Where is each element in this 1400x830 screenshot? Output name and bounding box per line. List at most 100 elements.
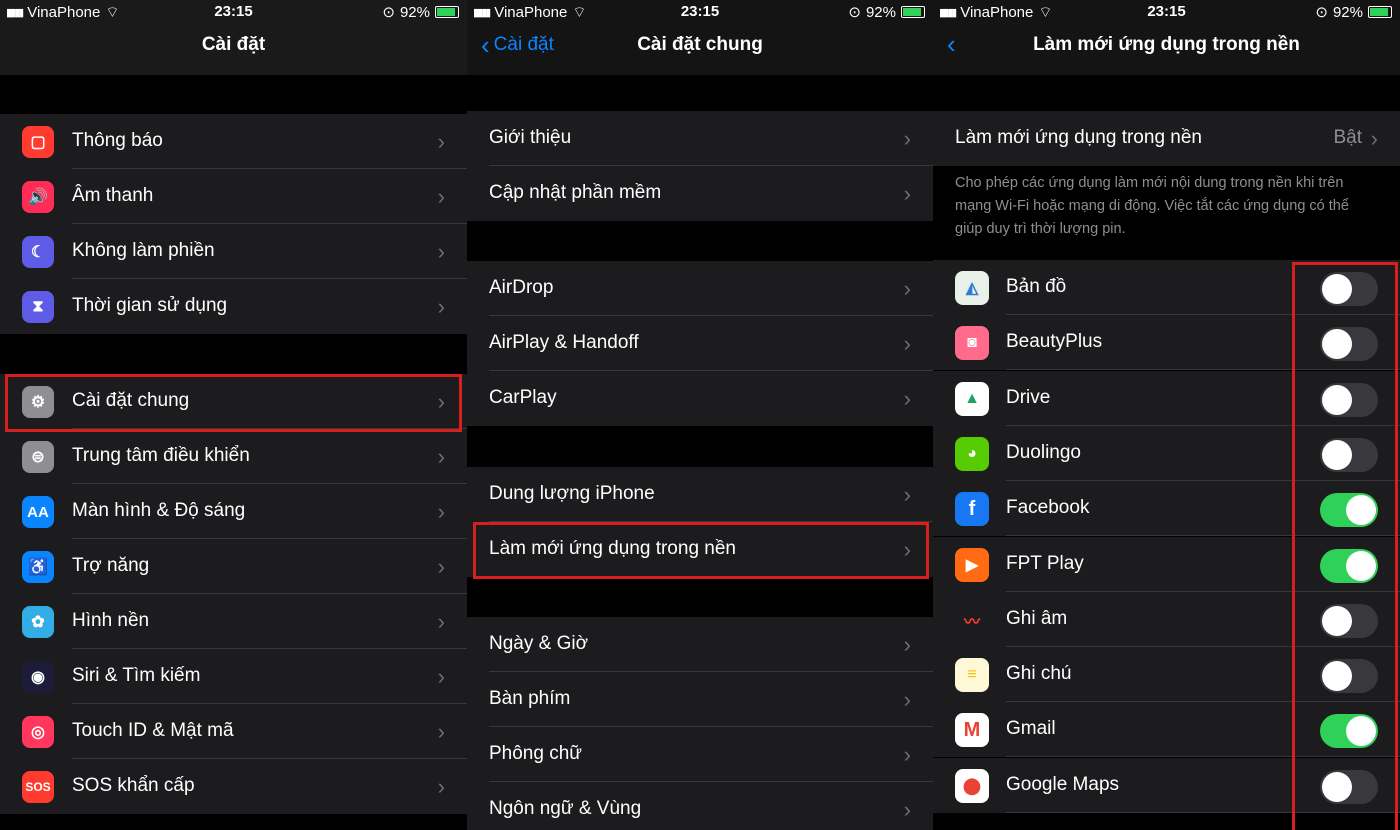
app-name: Duolingo — [1006, 441, 1081, 463]
hourglass-icon: ⧗ — [22, 291, 54, 323]
general-settings-row[interactable]: CarPlay › — [467, 371, 933, 426]
accessibility-icon: ♿ — [22, 551, 54, 583]
general-settings-row-label: Cập nhật phần mềm — [489, 182, 662, 203]
settings-row[interactable]: ◎ Touch ID & Mật mã › — [0, 704, 467, 759]
battery-percent: 92% — [399, 3, 430, 21]
notifications-icon: ▢ — [22, 126, 54, 158]
settings-row-label: Thời gian sử dụng — [72, 295, 228, 316]
settings-row[interactable]: SOS SOS khẩn cấp › — [0, 759, 467, 814]
general-settings-row[interactable]: AirDrop › — [467, 261, 933, 316]
general-settings-row-label: Ngôn ngữ & Vùng — [489, 798, 642, 819]
page-title: Làm mới ứng dụng trong nền — [1033, 34, 1300, 55]
drive-icon: ▲ — [955, 381, 989, 416]
general-settings-row[interactable]: Bàn phím › — [467, 672, 933, 727]
master-label: Làm mới ứng dụng trong nền — [955, 127, 1202, 148]
settings-row[interactable]: 🔊 Âm thanh › — [0, 169, 467, 224]
general-settings-row[interactable]: Ngày & Giờ › — [467, 617, 933, 672]
general-settings-row-label: CarPlay — [489, 387, 557, 408]
rotation-lock-icon: ⊙ — [1315, 4, 1328, 21]
facebook-icon: f — [955, 492, 989, 527]
general-settings-row-label: Ngày & Giờ — [489, 633, 589, 654]
flower-icon: ✿ — [22, 606, 54, 638]
background-refresh-master-row[interactable]: Làm mới ứng dụng trong nền Bật › — [933, 111, 1400, 166]
general-settings-panel: ▮▮▮▮ VinaPhone ⌔ 23:15 ⊙ 92% ‹ Cài đặt Cài đ… — [467, 0, 933, 830]
battery-icon — [901, 6, 925, 18]
general-settings-row-label: AirPlay & Handoff — [489, 332, 639, 353]
google-maps-icon: ⬤ — [955, 768, 989, 803]
sos-icon: SOS — [22, 771, 54, 803]
settings-row[interactable]: ⊜ Trung tâm điều khiển › — [0, 429, 467, 484]
fingerprint-icon: ◎ — [22, 716, 54, 748]
battery-percent: 92% — [1332, 3, 1363, 21]
refresh-description: Cho phép các ứng dụng làm mới nội dung t… — [955, 175, 1349, 237]
settings-row[interactable]: ✿ Hình nền › — [0, 594, 467, 649]
app-name: Facebook — [1006, 497, 1090, 519]
display-icon: AA — [22, 496, 54, 528]
general-settings-row[interactable]: Cập nhật phần mềm › — [467, 166, 933, 221]
general-settings-row-label: Bàn phím — [489, 688, 571, 709]
siri-icon: ◉ — [22, 661, 54, 693]
settings-row-label: Touch ID & Mật mã — [72, 720, 234, 741]
chevron-right-icon: › — [437, 719, 445, 744]
chevron-right-icon: › — [903, 276, 911, 301]
battery-icon — [435, 6, 459, 18]
settings-row-label: Không làm phiền — [72, 240, 215, 261]
settings-row-label: Âm thanh — [72, 185, 154, 206]
voice-memos-icon: 〰 — [955, 602, 989, 637]
highlight-general-settings — [5, 374, 462, 432]
chevron-right-icon: › — [903, 126, 911, 151]
chevron-right-icon: › — [903, 632, 911, 657]
sound-icon: 🔊 — [22, 181, 54, 213]
general-settings-row[interactable]: AirPlay & Handoff › — [467, 316, 933, 371]
settings-row[interactable]: ◉ Siri & Tìm kiếm › — [0, 649, 467, 704]
battery-percent: 92% — [865, 3, 896, 21]
chevron-right-icon: › — [437, 444, 445, 469]
chevron-right-icon: › — [437, 664, 445, 689]
chevron-right-icon: › — [437, 774, 445, 799]
chevron-right-icon: › — [437, 184, 445, 209]
app-name: Google Maps — [1006, 773, 1120, 795]
general-settings-row[interactable]: Giới thiệu › — [467, 111, 933, 166]
beautyplus-icon: ◙ — [955, 326, 989, 361]
page-title: Cài đặt chung — [637, 34, 763, 55]
app-name: Ghi chú — [1006, 663, 1072, 685]
chevron-right-icon: › — [903, 482, 911, 507]
general-settings-row[interactable]: Phông chữ › — [467, 727, 933, 782]
app-name: Ghi âm — [1006, 607, 1068, 629]
chevron-right-icon: › — [437, 294, 445, 319]
settings-row-label: Màn hình & Độ sáng — [72, 500, 246, 521]
highlight-background-refresh — [473, 522, 929, 579]
app-name: Bản đồ — [1006, 276, 1067, 297]
settings-row-label: Siri & Tìm kiếm — [72, 665, 201, 686]
status-bar: ▮▮▮▮ VinaPhone ⌔ 23:15 ⊙ 92% — [0, 0, 467, 24]
chevron-right-icon: › — [437, 554, 445, 579]
settings-row[interactable]: ♿ Trợ năng › — [0, 539, 467, 594]
general-settings-row[interactable]: Ngôn ngữ & Vùng › — [467, 782, 933, 830]
chevron-right-icon: › — [903, 331, 911, 356]
rotation-lock-icon: ⊙ — [848, 4, 861, 21]
chevron-right-icon: › — [437, 609, 445, 634]
settings-row[interactable]: AA Màn hình & Độ sáng › — [0, 484, 467, 539]
chevron-right-icon: › — [1370, 126, 1378, 151]
settings-row[interactable]: ☾ Không làm phiền › — [0, 224, 467, 279]
settings-row-label: SOS khẩn cấp — [72, 775, 195, 796]
general-settings-row-label: Phông chữ — [489, 743, 583, 764]
moon-icon: ☾ — [22, 236, 54, 268]
chevron-right-icon: › — [437, 129, 445, 154]
fptplay-icon: ▶ — [955, 547, 989, 582]
general-settings-row-label: Dung lượng iPhone — [489, 483, 655, 504]
settings-row-label: Hình nền — [72, 610, 150, 631]
highlight-toggles — [1292, 262, 1398, 830]
settings-row[interactable]: ▢ Thông báo › — [0, 114, 467, 169]
page-title: Cài đặt — [201, 34, 266, 55]
background-refresh-panel: ▮▮▮▮ VinaPhone ⌔ 23:15 ⊙ 92% ‹ Làm mới ứng … — [933, 0, 1400, 830]
settings-row[interactable]: ⧗ Thời gian sử dụng › — [0, 279, 467, 334]
maps-icon: ◭ — [955, 271, 989, 305]
general-settings-row-label: Giới thiệu — [489, 127, 572, 148]
app-name: FPT Play — [1006, 552, 1084, 574]
settings-row-label: Trợ năng — [72, 555, 150, 576]
status-bar: ▮▮▮▮ VinaPhone ⌔ 23:15 ⊙ 92% — [933, 0, 1400, 24]
general-settings-row[interactable]: Dung lượng iPhone › — [467, 467, 933, 522]
gmail-icon: M — [955, 713, 989, 748]
chevron-right-icon: › — [903, 386, 911, 411]
